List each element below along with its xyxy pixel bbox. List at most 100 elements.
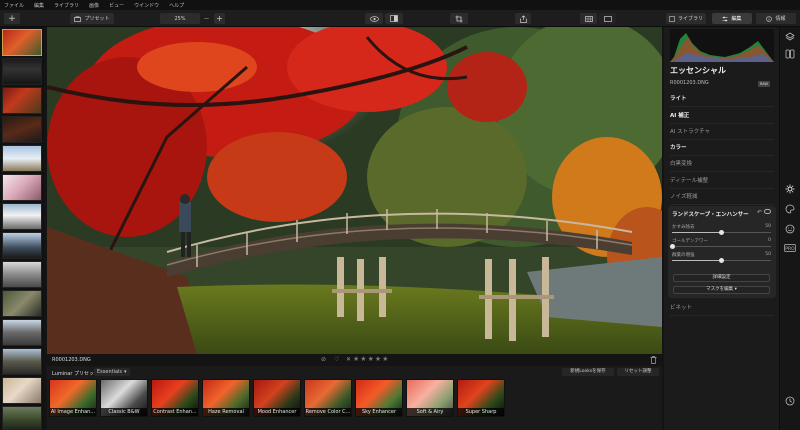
reject-flag-icon[interactable]: ⊘	[321, 356, 326, 363]
visibility-toggle-icon[interactable]	[764, 209, 771, 214]
preview-button[interactable]	[365, 13, 383, 24]
slider-knob[interactable]	[669, 244, 675, 249]
crop-button[interactable]	[450, 13, 468, 24]
section-details[interactable]: ディテール補整	[670, 173, 774, 189]
layers-icon[interactable]	[785, 32, 795, 42]
preset-card-label: AI Image Enhan...	[50, 408, 96, 416]
thumbnail-selected[interactable]	[2, 29, 42, 56]
menu-help[interactable]: ヘルプ	[169, 2, 184, 9]
preset-card[interactable]: Super Sharp	[457, 379, 505, 417]
section-ai-enhance[interactable]: AI 補正	[670, 108, 774, 124]
slider-haze[interactable]: かすみ除去 50	[672, 224, 771, 238]
thumbnail[interactable]	[2, 145, 42, 172]
chevron-down-icon: ▾	[124, 369, 127, 375]
image-filename: R0001203.DNG	[52, 357, 91, 363]
preset-card[interactable]: Classic B&W	[100, 379, 148, 417]
thumbnail[interactable]	[2, 116, 42, 143]
star-rating[interactable]: ★ ★ ★ ★ ★	[353, 355, 388, 363]
thumbnail[interactable]	[2, 377, 42, 404]
eye-icon	[369, 15, 379, 22]
presets-group-title: Luminar プリセット	[52, 371, 100, 377]
preset-card[interactable]: Remove Color C...	[304, 379, 352, 417]
slider-golden-hour[interactable]: ゴールデンアワー 0	[669, 238, 771, 252]
zoom-dropdown[interactable]: 25%	[160, 13, 200, 24]
thumbnail[interactable]	[2, 58, 42, 85]
edit-mask-button[interactable]: マスクを編集 ▾	[673, 286, 770, 294]
reject-x-icon[interactable]: ✕	[346, 356, 351, 363]
slider-foliage[interactable]: 群葉の増強 50	[672, 252, 771, 266]
thumbnail[interactable]	[2, 232, 42, 259]
trash-icon[interactable]	[650, 356, 657, 364]
presets-strip: Luminar プリセット Essentials ▾ 新規Looksを保存 リセ…	[47, 366, 662, 430]
menu-edit[interactable]: 編集	[34, 2, 44, 9]
zoom-in-button[interactable]: +	[214, 13, 225, 24]
thumbnail[interactable]	[2, 87, 42, 114]
thumbnail[interactable]	[2, 406, 42, 430]
thumbnail[interactable]	[2, 203, 42, 230]
slider-fill	[672, 260, 722, 261]
reset-adjustments-button[interactable]: リセット調整	[617, 368, 659, 376]
section-bw[interactable]: 白黒変換	[670, 156, 774, 172]
sun-icon[interactable]	[785, 184, 795, 194]
slider-track[interactable]	[669, 244, 771, 249]
section-color[interactable]: カラー	[670, 140, 774, 156]
compare-button[interactable]	[385, 13, 403, 24]
star-icon[interactable]: ★	[353, 355, 359, 363]
section-light[interactable]: ライト	[670, 91, 774, 107]
pro-icon[interactable]: PRO	[784, 244, 796, 252]
menu-window[interactable]: ウインドウ	[134, 2, 159, 9]
star-icon[interactable]: ★	[382, 355, 388, 363]
menu-view[interactable]: ビュー	[109, 2, 124, 9]
tab-info[interactable]: 情報	[756, 13, 796, 24]
slider-track[interactable]	[672, 230, 771, 235]
single-view-button[interactable]	[599, 13, 616, 24]
canvas-icon[interactable]	[785, 49, 795, 59]
menu-library[interactable]: ライブラリ	[54, 2, 79, 9]
favorite-heart-icon[interactable]: ♡	[334, 356, 339, 363]
menu-image[interactable]: 画像	[89, 2, 99, 9]
preset-card[interactable]: AI Image Enhan...	[49, 379, 97, 417]
thumbnail[interactable]	[2, 319, 42, 346]
section-ai-structure[interactable]: AI ストラクチャ	[670, 124, 774, 140]
preset-card[interactable]: Mood Enhancer	[253, 379, 301, 417]
star-icon[interactable]: ★	[368, 355, 374, 363]
slider-knob[interactable]	[719, 258, 724, 263]
sliders-icon	[722, 16, 728, 21]
thumbnail[interactable]	[2, 290, 42, 317]
landscape-enhancer-title[interactable]: ランドスケープ・エンハンサー	[672, 210, 749, 218]
portrait-face-icon[interactable]	[785, 224, 795, 234]
section-vignette[interactable]: ビネット	[670, 300, 774, 316]
grid-view-button[interactable]	[580, 13, 597, 24]
info-icon	[766, 15, 773, 22]
share-button[interactable]	[515, 13, 531, 24]
zoom-out-button[interactable]: —	[201, 13, 212, 24]
preset-card[interactable]: Sky Enhancer	[355, 379, 403, 417]
slider-track[interactable]	[672, 258, 771, 263]
slider-label: 群葉の増強	[672, 253, 695, 258]
slider-knob[interactable]	[719, 230, 724, 235]
preset-card[interactable]: Soft & Airy	[406, 379, 454, 417]
history-clock-icon[interactable]	[785, 396, 795, 406]
section-denoise[interactable]: ノイズ軽減	[670, 189, 774, 205]
preset-card[interactable]: Contrast Enhan...	[151, 379, 199, 417]
tab-library[interactable]: ライブラリ	[666, 13, 706, 24]
thumbnail[interactable]	[2, 174, 42, 201]
add-button[interactable]: +	[4, 13, 20, 24]
preset-category-dropdown[interactable]: Essentials ▾	[94, 368, 130, 376]
photo-canvas[interactable]	[47, 27, 662, 354]
star-icon[interactable]: ★	[375, 355, 381, 363]
star-icon[interactable]: ★	[360, 355, 366, 363]
preset-card-label: Super Sharp	[458, 408, 504, 416]
preset-card[interactable]: Haze Removal	[202, 379, 250, 417]
menu-file[interactable]: ファイル	[4, 2, 24, 9]
tab-edit[interactable]: 編集	[712, 13, 752, 24]
preset-card-label: Remove Color C...	[305, 408, 351, 416]
preset-button[interactable]: プリセット	[70, 13, 114, 24]
palette-icon[interactable]	[785, 204, 795, 214]
save-looks-button[interactable]: 新規Looksを保存	[562, 368, 614, 376]
thumbnail[interactable]	[2, 348, 42, 375]
thumbnail[interactable]	[2, 261, 42, 288]
undo-icon[interactable]: ↶	[757, 209, 762, 216]
top-toolbar: + プリセット 25% — + ライブラリ 編集 情報	[0, 10, 800, 27]
advanced-settings-button[interactable]: 詳細設定	[673, 274, 770, 282]
